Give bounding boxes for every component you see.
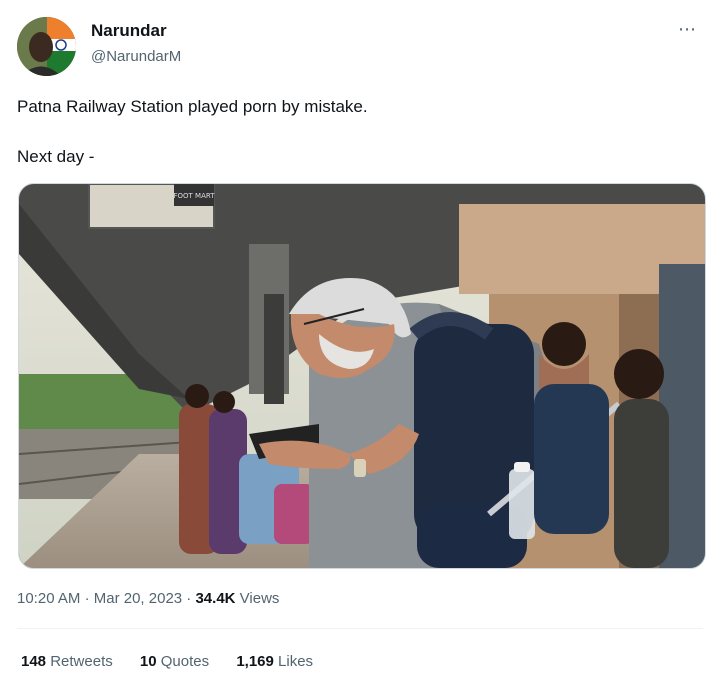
tweet-photo[interactable]: FOOT MART: [18, 183, 706, 569]
quotes-stat[interactable]: 10 Quotes: [140, 653, 209, 670]
views-count: 34.4K: [195, 590, 236, 607]
tweet-date[interactable]: Mar 20, 2023: [94, 590, 182, 607]
meta-separator: ·: [186, 590, 192, 607]
author-name[interactable]: Narundar: [91, 21, 167, 41]
divider: [17, 628, 703, 629]
tweet-time[interactable]: 10:20 AM: [17, 590, 80, 607]
retweets-label: Retweets: [50, 653, 113, 670]
likes-label: Likes: [278, 653, 314, 670]
retweets-stat[interactable]: 148 Retweets: [21, 653, 113, 670]
likes-count: 1,169: [236, 653, 274, 670]
tweet-text-line-2: Next day -: [17, 147, 95, 166]
sign-text: FOOT MART: [173, 192, 215, 200]
avatar[interactable]: [17, 17, 76, 76]
meta-separator: ·: [84, 590, 90, 607]
engagement-stats: 148 Retweets 10 Quotes 1,169 Likes: [21, 653, 336, 670]
author-handle[interactable]: @NarundarM: [91, 48, 181, 65]
views-label: Views: [239, 590, 280, 607]
more-options-icon[interactable]: ⋯: [678, 19, 697, 40]
tweet-text-line-1: Patna Railway Station played porn by mis…: [17, 97, 368, 116]
tweet-metadata: 10:20 AM · Mar 20, 2023 · 34.4K Views: [17, 590, 279, 607]
quotes-label: Quotes: [160, 653, 210, 670]
quotes-count: 10: [139, 653, 157, 670]
retweets-count: 148: [21, 653, 47, 670]
likes-stat[interactable]: 1,169 Likes: [236, 653, 313, 670]
